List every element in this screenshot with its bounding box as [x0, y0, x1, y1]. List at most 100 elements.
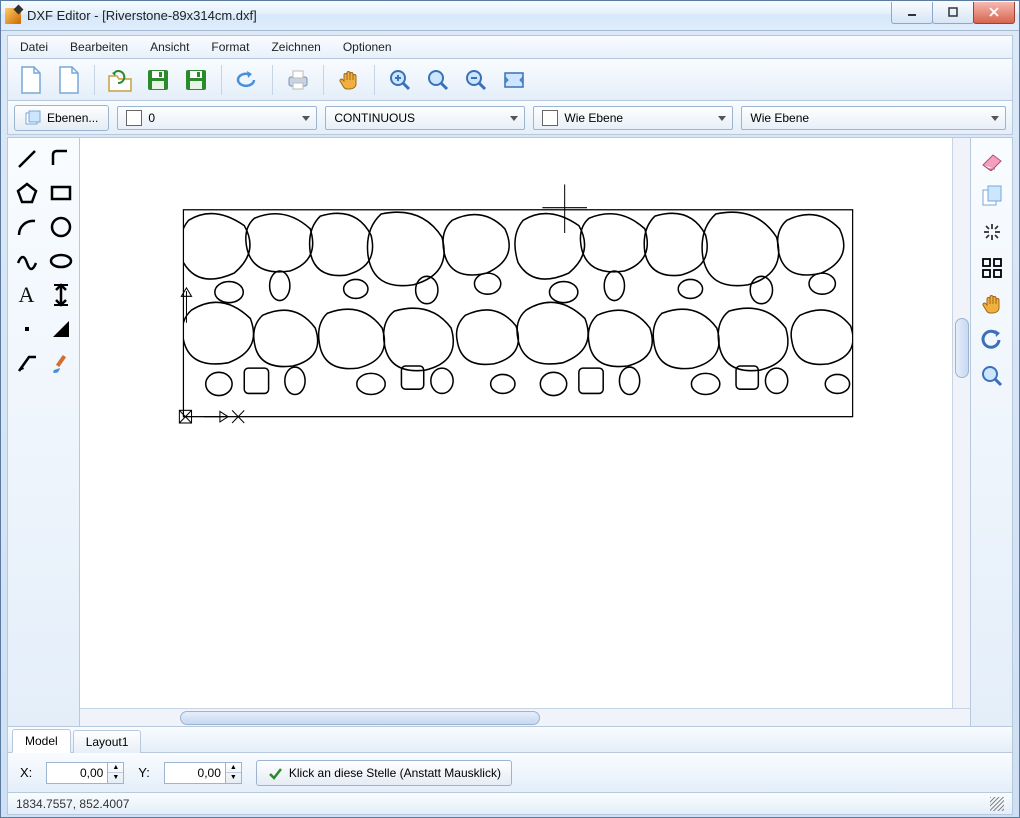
- x-input[interactable]: [46, 762, 108, 784]
- eraser-icon: [979, 149, 1005, 171]
- menu-bar: Datei Bearbeiten Ansicht Format Zeichnen…: [7, 35, 1013, 59]
- linetype-combo[interactable]: CONTINUOUS: [325, 106, 525, 130]
- tool-polyline[interactable]: [46, 144, 76, 174]
- horizontal-scroll-thumb[interactable]: [180, 711, 540, 725]
- tool-circle[interactable]: [46, 212, 76, 242]
- new-document-icon: [56, 65, 82, 95]
- lineweight-value: Wie Ebene: [750, 111, 809, 125]
- tool-explode[interactable]: [976, 216, 1008, 248]
- tool-zoom[interactable]: [976, 360, 1008, 392]
- close-button[interactable]: [973, 2, 1015, 24]
- maximize-button[interactable]: [932, 2, 974, 24]
- menu-optionen[interactable]: Optionen: [335, 38, 400, 56]
- y-spin-down[interactable]: ▼: [226, 773, 241, 783]
- zoom-in-button[interactable]: [383, 63, 417, 97]
- tool-array[interactable]: [976, 252, 1008, 284]
- layer-combo[interactable]: 0: [117, 106, 317, 130]
- coordinate-row: X: ▲ ▼ Y: ▲ ▼ Klick an diese Stelle (Ans…: [7, 753, 1013, 793]
- tool-arc[interactable]: [12, 212, 42, 242]
- tool-copy[interactable]: [976, 180, 1008, 212]
- color-combo[interactable]: Wie Ebene: [533, 106, 733, 130]
- menu-bearbeiten[interactable]: Bearbeiten: [62, 38, 136, 56]
- tab-layout1[interactable]: Layout1: [73, 730, 142, 753]
- new-file-button[interactable]: [14, 63, 48, 97]
- tab-layout1-label: Layout1: [86, 735, 129, 749]
- array-icon: [980, 256, 1004, 280]
- x-spin-down[interactable]: ▼: [108, 773, 123, 783]
- circle-icon: [49, 215, 73, 239]
- leader-icon: [15, 351, 39, 375]
- minimize-button[interactable]: [891, 2, 933, 24]
- arc-icon: [15, 215, 39, 239]
- click-here-label: Klick an diese Stelle (Anstatt Mausklick…: [289, 766, 501, 780]
- toolbar-separator: [323, 65, 324, 95]
- ellipse-icon: [49, 249, 73, 273]
- lineweight-combo[interactable]: Wie Ebene: [741, 106, 1006, 130]
- menu-ansicht[interactable]: Ansicht: [142, 38, 197, 56]
- x-spinner: ▲ ▼: [46, 762, 124, 784]
- y-spin-buttons: ▲ ▼: [226, 762, 242, 784]
- undo-button[interactable]: [230, 63, 264, 97]
- close-icon: [989, 7, 999, 17]
- tool-leader[interactable]: [12, 348, 42, 378]
- horizontal-scrollbar[interactable]: [80, 708, 970, 726]
- vertical-scrollbar[interactable]: [952, 138, 970, 708]
- y-input[interactable]: [164, 762, 226, 784]
- save-button[interactable]: [141, 63, 175, 97]
- tool-rectangle[interactable]: [46, 178, 76, 208]
- check-icon: [267, 765, 283, 781]
- tool-erase[interactable]: [976, 144, 1008, 176]
- tool-brush[interactable]: [46, 348, 76, 378]
- save-as-button[interactable]: [179, 63, 213, 97]
- linetype-value: CONTINUOUS: [334, 111, 415, 125]
- tool-rotate[interactable]: [976, 324, 1008, 356]
- drawing-content: [80, 138, 952, 708]
- tool-line[interactable]: [12, 144, 42, 174]
- undo-icon: [234, 68, 260, 92]
- zoom-fit-button[interactable]: [421, 63, 455, 97]
- y-label: Y:: [138, 765, 150, 780]
- x-spin-up[interactable]: ▲: [108, 763, 123, 774]
- tool-move[interactable]: [976, 288, 1008, 320]
- vertical-scroll-thumb[interactable]: [955, 318, 969, 378]
- tool-ellipse[interactable]: [46, 246, 76, 276]
- drawing-canvas[interactable]: [80, 138, 952, 708]
- menu-zeichnen[interactable]: Zeichnen: [263, 38, 328, 56]
- layers-button-label: Ebenen...: [47, 111, 98, 125]
- color-value: Wie Ebene: [564, 111, 623, 125]
- y-spin-up[interactable]: ▲: [226, 763, 241, 774]
- tool-spline[interactable]: [12, 246, 42, 276]
- right-tool-palette: [971, 137, 1013, 727]
- pan-button[interactable]: [332, 63, 366, 97]
- open-file-icon: [106, 67, 134, 93]
- menu-datei[interactable]: Datei: [12, 38, 56, 56]
- new-file-icon: [18, 65, 44, 95]
- click-here-button[interactable]: Klick an diese Stelle (Anstatt Mausklick…: [256, 760, 512, 786]
- properties-bar: Ebenen... 0 CONTINUOUS Wie Ebene Wie Ebe…: [7, 101, 1013, 135]
- save-icon: [145, 67, 171, 93]
- save-as-icon: [183, 67, 209, 93]
- toolbar-separator: [94, 65, 95, 95]
- zoom-window-button[interactable]: [497, 63, 531, 97]
- text-icon: A: [19, 282, 35, 308]
- polyline-icon: [49, 147, 73, 171]
- tool-hatch[interactable]: [46, 314, 76, 344]
- tool-text[interactable]: A: [12, 280, 42, 310]
- open-file-button[interactable]: [103, 63, 137, 97]
- tab-model-label: Model: [25, 734, 58, 748]
- zoom-out-button[interactable]: [459, 63, 493, 97]
- print-icon: [285, 68, 311, 92]
- menu-format[interactable]: Format: [203, 38, 257, 56]
- new-document-button[interactable]: [52, 63, 86, 97]
- window-title: DXF Editor - [Riverstone-89x314cm.dxf]: [27, 8, 257, 23]
- tool-point[interactable]: [12, 314, 42, 344]
- explode-icon: [980, 220, 1004, 244]
- content-area: A: [7, 137, 1013, 727]
- tool-polygon[interactable]: [12, 178, 42, 208]
- zoom-out-icon: [463, 67, 489, 93]
- layers-button[interactable]: Ebenen...: [14, 105, 109, 131]
- print-button[interactable]: [281, 63, 315, 97]
- resize-grip[interactable]: [990, 797, 1004, 811]
- tab-model[interactable]: Model: [12, 729, 71, 753]
- tool-dimension[interactable]: [46, 280, 76, 310]
